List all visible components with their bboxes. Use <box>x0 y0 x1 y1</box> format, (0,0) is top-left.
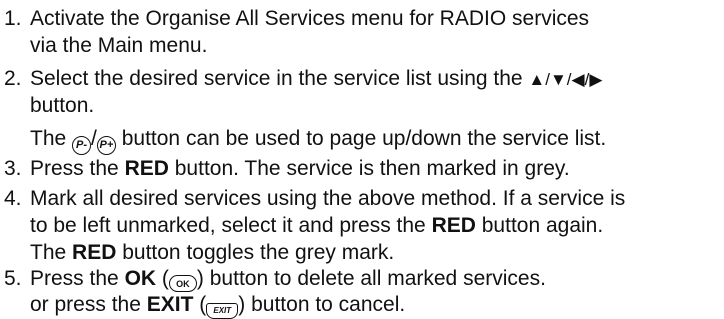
step-text: The RED button toggles the grey mark. <box>30 240 394 265</box>
step-text-part: button toggles the grey mark. <box>122 241 395 264</box>
step-text: button. <box>30 94 95 117</box>
step-text: to be left unmarked, select it and press… <box>30 213 603 238</box>
step-text-part: Press the <box>30 157 119 180</box>
step-text-part: The <box>30 241 67 264</box>
step-text: via the Main menu. <box>30 34 208 57</box>
step-text-part: or press the <box>30 293 141 316</box>
step-text-part: button to cancel. <box>251 293 406 316</box>
step-text-part: button again. <box>481 214 604 237</box>
ok-button-label: OK <box>124 267 157 290</box>
step-number: 2. <box>4 67 22 90</box>
paren-open: ( <box>161 267 169 290</box>
exit-button-label: EXIT <box>146 293 194 316</box>
step-text: Activate the Organise All Services menu … <box>30 7 590 30</box>
step-text: Press the RED button. The service is the… <box>30 156 570 181</box>
step-text: or press the EXIT (EXIT) button to cance… <box>30 292 405 319</box>
step-number: 1. <box>4 7 22 30</box>
step-text: Select the desired service in the servic… <box>30 66 602 92</box>
paren-close: ) <box>196 267 204 290</box>
red-button-label: RED <box>124 157 169 180</box>
step-number: 5. <box>4 267 22 290</box>
step-text: Press the OK (OK) button to delete all m… <box>30 266 546 292</box>
step-text-part: Press the <box>30 267 119 290</box>
step-text: The P- / P+ button can be used to page up/… <box>30 126 606 155</box>
paren-close: ) <box>238 293 246 316</box>
step-number: 3. <box>4 157 22 180</box>
step-text-part: The <box>30 127 67 150</box>
step-text-part: button can be used to page up/down the s… <box>121 127 607 150</box>
step-text-part: button. The service is then marked in gr… <box>174 157 570 180</box>
ok-button-icon: OK <box>168 275 197 292</box>
page-up-icon: P+ <box>96 136 116 155</box>
page-down-icon: P- <box>72 136 92 155</box>
separator: / <box>91 127 97 150</box>
red-button-label: RED <box>431 214 476 237</box>
step-text: Mark all desired services using the abov… <box>30 187 626 210</box>
red-button-label: RED <box>72 241 117 264</box>
step-text-part: Select the desired service in the servic… <box>30 67 523 90</box>
step-number: 4. <box>4 187 22 210</box>
paren-open: ( <box>199 293 207 316</box>
step-text-part: to be left unmarked, select it and press… <box>30 214 426 237</box>
arrow-buttons-icon: ▲/▼/◀/▶ <box>528 70 603 89</box>
step-text-part: button to delete all marked services. <box>209 267 546 290</box>
